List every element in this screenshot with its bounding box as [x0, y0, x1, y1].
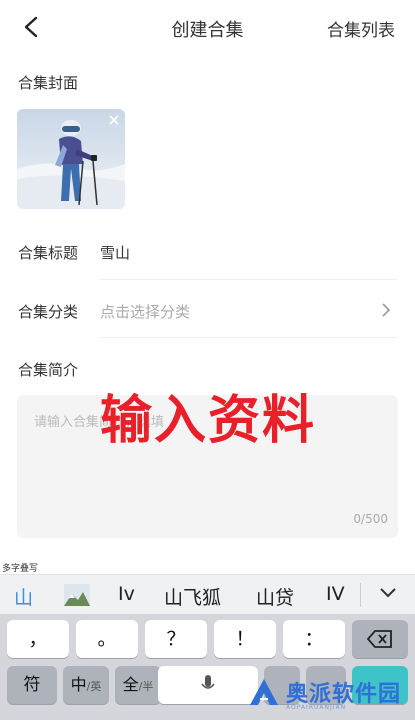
candidate-1[interactable]: 山	[14, 583, 33, 610]
lang-switch-key[interactable]: 中/英	[63, 666, 109, 704]
top-bar: 创建合集 合集列表	[0, 0, 415, 56]
full-width-label: 全	[122, 675, 139, 694]
key-exclaim[interactable]: ！	[214, 620, 276, 658]
candidate-2[interactable]: Iv	[118, 583, 135, 605]
overlay-caption: 输入资料	[100, 391, 317, 451]
key-period[interactable]: 。	[76, 620, 138, 658]
remove-cover-button[interactable]	[105, 111, 123, 129]
divider	[100, 279, 397, 280]
candidate-4[interactable]: 山贷	[256, 583, 294, 610]
lang-zh-label: 中	[70, 675, 87, 694]
candidate-3[interactable]: 山飞狐	[164, 583, 221, 610]
logo-icon	[249, 679, 278, 705]
key-question[interactable]: ？	[145, 620, 207, 658]
backspace-icon	[366, 630, 392, 648]
candidate-bar: 山 Iv 山飞狐 山贷 IV	[0, 574, 415, 614]
title-label: 合集标题	[18, 244, 79, 262]
microphone-icon	[201, 675, 215, 689]
key-colon[interactable]: ：	[283, 620, 345, 658]
chevron-down-icon[interactable]	[379, 587, 397, 599]
backspace-key[interactable]	[352, 620, 408, 658]
half-width-label: /半	[138, 680, 154, 693]
intro-label: 合集简介	[18, 361, 79, 379]
multi-char-hint: 多字叠写	[2, 564, 39, 574]
lang-en-label: /英	[86, 680, 102, 693]
char-counter: 0/500	[353, 512, 388, 526]
candidate-5[interactable]: IV	[326, 583, 345, 605]
symbol-key[interactable]: 符	[7, 666, 57, 704]
key-comma[interactable]: ，	[7, 620, 69, 658]
watermark: 奥派软件园 AOPAIRUANJIAN	[248, 676, 401, 711]
cover-image[interactable]	[17, 109, 125, 209]
width-switch-key[interactable]: 全/半	[115, 666, 161, 704]
candidate-separator	[360, 583, 361, 607]
chevron-right-icon	[382, 303, 391, 317]
image-candidate-icon[interactable]	[64, 584, 90, 606]
watermark-sub: AOPAIRUANJIAN	[285, 704, 347, 711]
collection-list-link[interactable]: 合集列表	[327, 16, 395, 41]
divider	[100, 337, 397, 338]
category-selector[interactable]: 点击选择分类	[100, 301, 190, 322]
space-key[interactable]	[158, 666, 258, 704]
category-label: 合集分类	[18, 303, 79, 321]
close-icon	[109, 115, 119, 125]
title-input[interactable]: 雪山	[100, 242, 130, 263]
cover-label: 合集封面	[18, 74, 79, 92]
